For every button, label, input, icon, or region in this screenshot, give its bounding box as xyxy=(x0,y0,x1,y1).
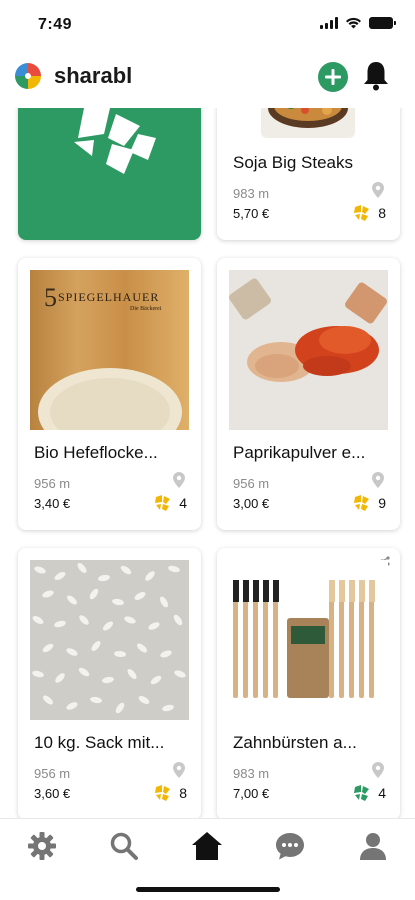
status-bar: 7:49 xyxy=(0,0,415,48)
product-card[interactable]: Soja Big Steaks 983 m 5,70 € 8 xyxy=(217,108,400,240)
brand-logo-icon xyxy=(15,63,41,89)
product-title: Zahnbürsten a... xyxy=(233,733,357,752)
rating-value: 9 xyxy=(378,495,386,511)
profile-icon xyxy=(360,833,386,860)
location-pin-icon xyxy=(372,762,384,778)
product-price: 5,70 € xyxy=(233,206,270,221)
home-icon xyxy=(192,832,222,860)
product-image xyxy=(30,560,189,720)
nav-settings[interactable] xyxy=(24,828,60,864)
brand-name: sharabl xyxy=(54,63,133,88)
product-card[interactable]: Zahnbürsten a... 983 m 7,00 € 4 xyxy=(217,548,400,818)
product-image xyxy=(261,108,355,138)
rating-yellow-icon xyxy=(354,495,370,511)
product-price: 3,00 € xyxy=(233,496,270,511)
status-time: 7:49 xyxy=(38,16,73,33)
product-image: 5 SPIEGELHAUER Die Bäckerei xyxy=(30,270,189,430)
wifi-icon xyxy=(346,17,361,29)
brand-sublabel: Die Bäckerei xyxy=(130,306,162,312)
sharabl-logo-graphic xyxy=(74,108,156,174)
add-listing-button[interactable] xyxy=(318,62,348,92)
product-rating: 4 xyxy=(353,785,386,801)
location-pin-icon xyxy=(173,762,185,778)
product-title: 10 kg. Sack mit... xyxy=(34,733,165,752)
home-indicator xyxy=(136,887,280,892)
nav-chat[interactable] xyxy=(272,828,308,864)
location-pin-icon xyxy=(173,472,185,488)
product-price: 7,00 € xyxy=(233,786,270,801)
product-title: Bio Hefeflocke... xyxy=(34,443,158,462)
product-feed[interactable]: Soja Big Steaks 983 m 5,70 € 8 5 SPIEGEL… xyxy=(0,108,415,818)
product-image xyxy=(229,270,388,430)
product-distance: 956 m xyxy=(34,476,71,491)
product-rating: 8 xyxy=(353,205,386,221)
nav-home[interactable] xyxy=(189,828,225,864)
product-title: Soja Big Steaks xyxy=(233,153,354,172)
product-distance: 983 m xyxy=(233,186,270,201)
nav-search[interactable] xyxy=(106,828,142,864)
gear-icon xyxy=(28,832,56,860)
rating-value: 8 xyxy=(179,785,187,801)
battery-icon xyxy=(369,17,396,29)
nav-profile[interactable] xyxy=(355,828,391,864)
signal-icon xyxy=(320,17,338,29)
search-icon xyxy=(110,832,138,860)
rating-yellow-icon xyxy=(155,785,171,801)
rating-value: 8 xyxy=(378,205,386,221)
rating-value: 4 xyxy=(378,785,386,801)
product-rating: 4 xyxy=(154,495,187,511)
rating-yellow-icon xyxy=(354,205,370,221)
chat-icon xyxy=(276,833,304,860)
product-price: 3,40 € xyxy=(34,496,71,511)
product-distance: 956 m xyxy=(233,476,270,491)
location-pin-icon xyxy=(372,182,384,198)
rating-green-icon xyxy=(354,785,370,801)
product-image xyxy=(229,560,388,720)
product-card[interactable]: 10 kg. Sack mit... 956 m 3,60 € 8 xyxy=(18,548,201,818)
location-pin-icon xyxy=(372,472,384,488)
product-distance: 983 m xyxy=(233,766,270,781)
product-distance: 956 m xyxy=(34,766,71,781)
product-title: Paprikapulver e... xyxy=(233,443,366,462)
product-card[interactable]: Paprikapulver e... 956 m 3,00 € 9 xyxy=(217,258,400,530)
bottom-nav xyxy=(0,818,415,900)
promo-banner-card[interactable] xyxy=(18,108,201,240)
rating-yellow-icon xyxy=(155,495,171,511)
brand-label: SPIEGELHAUER xyxy=(58,290,160,304)
app-header: sharabl xyxy=(0,48,415,108)
product-price: 3,60 € xyxy=(34,786,71,801)
product-card[interactable]: 5 SPIEGELHAUER Die Bäckerei Bio Hefefloc… xyxy=(18,258,201,530)
rating-value: 4 xyxy=(179,495,187,511)
svg-text:5: 5 xyxy=(44,283,57,312)
plus-icon xyxy=(325,69,341,85)
product-rating: 8 xyxy=(154,785,187,801)
bell-icon[interactable] xyxy=(361,60,391,92)
product-rating: 9 xyxy=(353,495,386,511)
status-icons xyxy=(320,17,396,29)
